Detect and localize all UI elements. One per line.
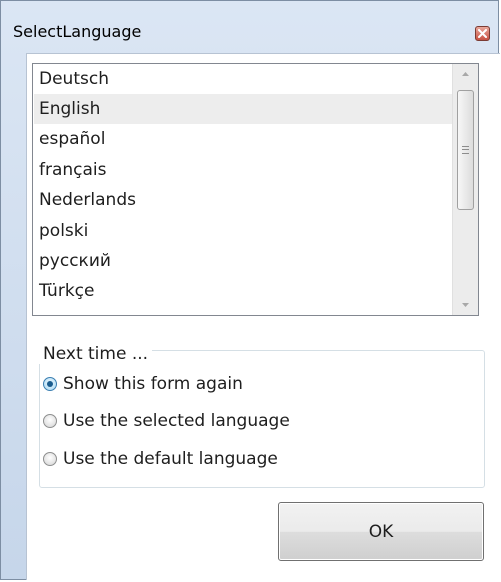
radio-show-form-again[interactable]: Show this form again [43,372,243,396]
list-item[interactable]: Deutsch [34,64,453,94]
scroll-down-arrow-icon [462,303,469,307]
scroll-up-arrow-icon [462,72,469,76]
radio-label: Show this form again [63,374,243,394]
select-language-window: SelectLanguage Deutsch English español f… [0,0,500,580]
scroll-thumb[interactable] [457,90,474,210]
list-item[interactable]: русский [34,246,453,276]
grip-icon [462,146,469,154]
radio-label: Use the default language [63,449,278,469]
list-item[interactable]: English [34,94,453,124]
list-item[interactable]: polski [34,216,453,246]
language-listbox[interactable]: Deutsch English español français Nederla… [32,63,479,316]
scroll-up-button[interactable] [453,64,478,84]
list-item[interactable]: Türkçe [34,276,453,306]
radio-use-default-language[interactable]: Use the default language [43,447,278,471]
window-title: SelectLanguage [13,22,142,41]
scroll-down-button[interactable] [453,295,478,315]
close-x-icon [478,29,487,38]
next-time-legend: Next time ... [39,344,153,364]
radio-button[interactable] [43,414,57,428]
radio-use-selected-language[interactable]: Use the selected language [43,409,290,433]
title-bar[interactable]: SelectLanguage [1,1,498,45]
radio-button[interactable] [43,452,57,466]
vertical-scrollbar[interactable] [452,64,478,315]
radio-dot-icon [47,381,53,387]
close-button[interactable] [475,26,490,41]
radio-label: Use the selected language [63,411,290,431]
dialog-content: Deutsch English español français Nederla… [26,53,500,580]
list-item[interactable]: Nederlands [34,185,453,215]
radio-button-checked[interactable] [43,377,57,391]
list-item[interactable]: français [34,155,453,185]
ok-button[interactable]: OK [278,502,484,561]
list-item[interactable]: español [34,124,453,154]
